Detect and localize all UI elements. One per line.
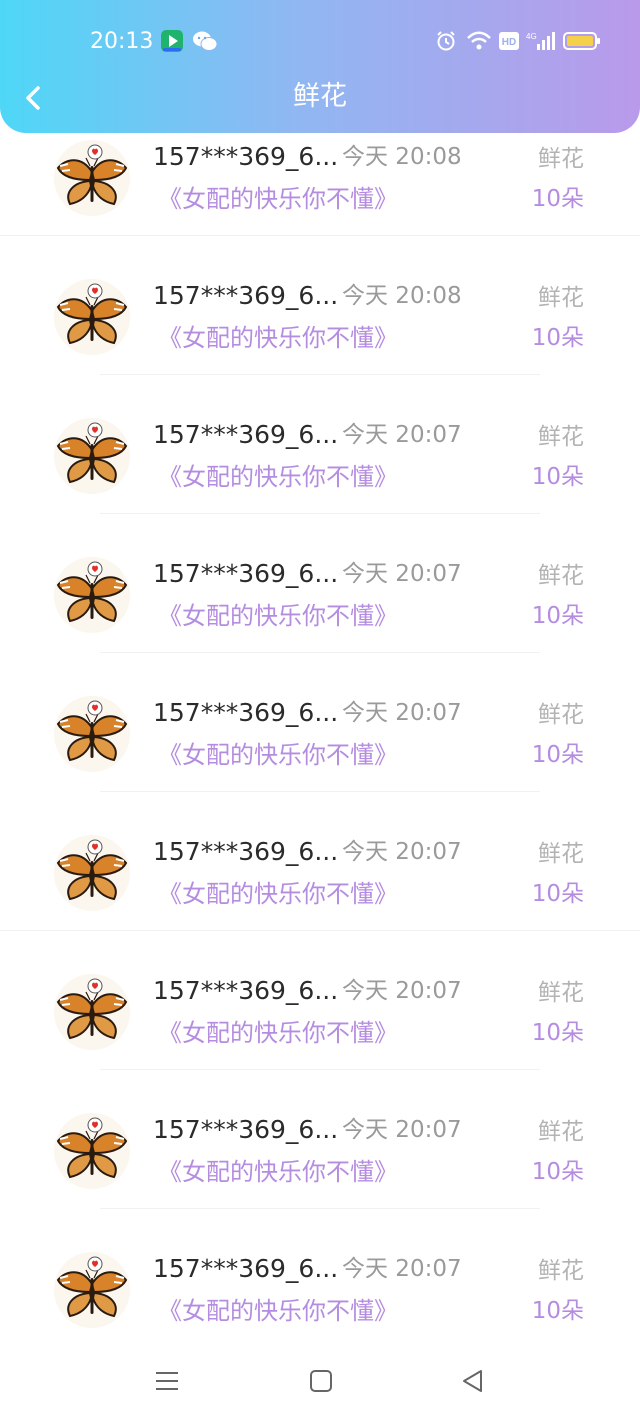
book-title-link[interactable]: 《女配的快乐你不懂》: [158, 1156, 398, 1188]
book-title-link[interactable]: 《女配的快乐你不懂》: [158, 878, 398, 910]
gift-type-label: 鲜花: [538, 980, 584, 1006]
cell-signal-icon: 4G: [526, 30, 556, 56]
list-item[interactable]: 157***369_6... 今天 20:07 鲜花 《女配的快乐你不懂》 10…: [0, 931, 640, 1070]
gift-type-label: 鲜花: [538, 563, 584, 589]
title-bar: 鲜花: [0, 72, 640, 122]
timestamp: 今天 20:07: [342, 839, 462, 865]
list-item[interactable]: 157***369_6... 今天 20:08 鲜花 《女配的快乐你不懂》 10…: [0, 236, 640, 375]
gift-count: 10朵: [531, 881, 584, 907]
gift-type-label: 鲜花: [538, 1258, 584, 1284]
butterfly-avatar-icon[interactable]: [54, 140, 130, 216]
book-title-link[interactable]: 《女配的快乐你不懂》: [158, 1295, 398, 1327]
flower-record-list[interactable]: 157***369_6... 今天 20:08 鲜花 《女配的快乐你不懂》 10…: [0, 0, 640, 1340]
butterfly-avatar-icon[interactable]: [54, 418, 130, 494]
list-item[interactable]: 157***369_6... 今天 20:07 鲜花 《女配的快乐你不懂》 10…: [0, 375, 640, 514]
timestamp: 今天 20:07: [342, 978, 462, 1004]
username: 157***369_6...: [153, 420, 339, 449]
timestamp: 今天 20:07: [342, 1256, 462, 1282]
gift-count: 10朵: [531, 325, 584, 351]
butterfly-avatar-icon[interactable]: [54, 1113, 130, 1189]
username: 157***369_6...: [153, 698, 339, 727]
gift-count: 10朵: [531, 1020, 584, 1046]
gift-type-label: 鲜花: [538, 424, 584, 450]
list-item[interactable]: 157***369_6... 今天 20:07 鲜花 《女配的快乐你不懂》 10…: [0, 792, 640, 931]
square-home-icon[interactable]: [308, 1368, 334, 1398]
status-time: 20:13: [90, 29, 154, 54]
timestamp: 今天 20:08: [342, 144, 462, 170]
timestamp: 今天 20:07: [342, 1117, 462, 1143]
gift-type-label: 鲜花: [538, 841, 584, 867]
list-item[interactable]: 157***369_6... 今天 20:07 鲜花 《女配的快乐你不懂》 10…: [0, 653, 640, 792]
username: 157***369_6...: [153, 1254, 339, 1283]
gift-type-label: 鲜花: [538, 1119, 584, 1145]
username: 157***369_6...: [153, 281, 339, 310]
svg-text:HD: HD: [502, 37, 516, 48]
alarm-icon: [435, 30, 457, 56]
list-item[interactable]: 157***369_6... 今天 20:07 鲜花 《女配的快乐你不懂》 10…: [0, 1209, 640, 1340]
butterfly-avatar-icon[interactable]: [54, 696, 130, 772]
gift-count: 10朵: [531, 603, 584, 629]
status-bar: 20:13 HD 4G: [0, 0, 640, 80]
username: 157***369_6...: [153, 837, 339, 866]
gift-type-label: 鲜花: [538, 702, 584, 728]
menu-icon[interactable]: [154, 1368, 180, 1398]
header: 20:13 HD 4G 鲜花: [0, 0, 640, 133]
triangle-back-icon[interactable]: [460, 1368, 486, 1398]
timestamp: 今天 20:07: [342, 422, 462, 448]
list-item[interactable]: 157***369_6... 今天 20:07 鲜花 《女配的快乐你不懂》 10…: [0, 514, 640, 653]
svg-text:4G: 4G: [526, 32, 537, 41]
butterfly-avatar-icon[interactable]: [54, 974, 130, 1050]
system-nav-bar: [0, 1340, 640, 1422]
battery-icon: [563, 30, 601, 56]
gift-count: 10朵: [531, 186, 584, 212]
username: 157***369_6...: [153, 976, 339, 1005]
username: 157***369_6...: [153, 142, 339, 171]
wifi-icon: [466, 30, 492, 56]
timestamp: 今天 20:07: [342, 561, 462, 587]
butterfly-avatar-icon[interactable]: [54, 1252, 130, 1328]
book-title-link[interactable]: 《女配的快乐你不懂》: [158, 1017, 398, 1049]
book-title-link[interactable]: 《女配的快乐你不懂》: [158, 739, 398, 771]
book-title-link[interactable]: 《女配的快乐你不懂》: [158, 600, 398, 632]
timestamp: 今天 20:07: [342, 700, 462, 726]
book-title-link[interactable]: 《女配的快乐你不懂》: [158, 183, 398, 215]
book-title-link[interactable]: 《女配的快乐你不懂》: [158, 322, 398, 354]
timestamp: 今天 20:08: [342, 283, 462, 309]
username: 157***369_6...: [153, 559, 339, 588]
gift-count: 10朵: [531, 742, 584, 768]
gift-type-label: 鲜花: [538, 146, 584, 172]
video-app-icon: [160, 29, 184, 57]
book-title-link[interactable]: 《女配的快乐你不懂》: [158, 461, 398, 493]
list-item[interactable]: 157***369_6... 今天 20:07 鲜花 《女配的快乐你不懂》 10…: [0, 1070, 640, 1209]
username: 157***369_6...: [153, 1115, 339, 1144]
butterfly-avatar-icon[interactable]: [54, 835, 130, 911]
hd-icon: HD: [498, 30, 520, 56]
gift-count: 10朵: [531, 464, 584, 490]
gift-type-label: 鲜花: [538, 285, 584, 311]
wechat-icon: [192, 29, 218, 57]
butterfly-avatar-icon[interactable]: [54, 557, 130, 633]
gift-count: 10朵: [531, 1298, 584, 1324]
gift-count: 10朵: [531, 1159, 584, 1185]
page-title: 鲜花: [293, 81, 347, 112]
butterfly-avatar-icon[interactable]: [54, 279, 130, 355]
